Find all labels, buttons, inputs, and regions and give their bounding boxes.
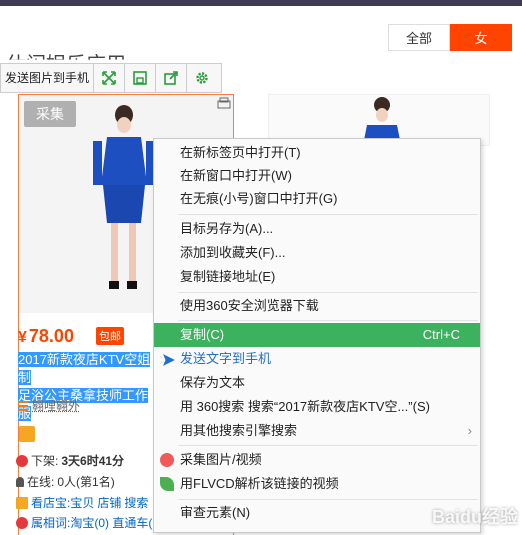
menu-separator — [178, 214, 478, 215]
menu-separator — [178, 445, 478, 446]
shop-name: 翱哩翱外 — [32, 399, 81, 413]
copy-shortcut: Ctrl+C — [422, 327, 460, 342]
menu-add-favorite[interactable]: 添加到收藏夹(F)... — [154, 241, 480, 265]
delist-value: 3天6时41分 — [61, 454, 125, 468]
product-price: ¥78.00 — [18, 326, 74, 347]
delist-time-row: 下架: 3天6时41分 — [16, 452, 124, 469]
menu-open-new-window[interactable]: 在新窗口中打开(W) — [154, 164, 480, 188]
menu-open-new-tab[interactable]: 在新标签页中打开(T) — [154, 141, 480, 165]
image-toolbar: 发送图片到手机 — [0, 63, 222, 93]
leaf-icon — [160, 477, 174, 491]
menu-search-other-engines[interactable]: 用其他搜索引擎搜索 › — [154, 419, 480, 443]
delist-label: 下架: — [31, 454, 59, 468]
gender-filter: 全部 女 — [388, 24, 512, 51]
keyword-text[interactable]: 属相词:淘宝(0) 直通车( — [31, 514, 152, 531]
expand-icon[interactable] — [94, 64, 126, 92]
menu-flvcd-parse[interactable]: 用FLVCD解析该链接的视频 — [154, 472, 480, 496]
collect-icon — [160, 453, 174, 467]
online-label: 在线: — [27, 475, 55, 489]
shop-list-icon — [18, 400, 28, 411]
collect-image-button[interactable]: 采集 — [24, 101, 76, 127]
chevron-right-icon: › — [467, 423, 472, 438]
menu-collect-image-video[interactable]: 采集图片/视频 — [154, 448, 480, 472]
send-phone-icon — [163, 354, 175, 366]
shield-badge-icon[interactable] — [19, 426, 35, 442]
shop-link-2[interactable]: 店铺 — [97, 494, 121, 511]
keyword-icon — [16, 516, 28, 529]
menu-save-target-as[interactable]: 目标另存为(A)... — [154, 217, 480, 241]
store-link[interactable]: 看店宝:宝贝 — [31, 494, 94, 511]
filter-female-button[interactable]: 女 — [450, 24, 512, 51]
currency-symbol: ¥ — [18, 329, 27, 346]
shop-link[interactable]: 翱哩翱外 — [18, 397, 80, 414]
menu-separator — [178, 499, 478, 500]
mail-icon — [16, 496, 28, 509]
send-image-to-phone-button[interactable]: 发送图片到手机 — [1, 64, 95, 92]
browser-top-bar — [0, 0, 522, 6]
menu-separator — [178, 320, 478, 321]
menu-download-360[interactable]: 使用360安全浏览器下载 — [154, 294, 480, 318]
menu-copy[interactable]: 复制(C) Ctrl+C — [154, 323, 480, 347]
print-icon[interactable] — [217, 97, 231, 109]
save-icon[interactable] — [125, 64, 157, 92]
clock-icon — [16, 454, 28, 467]
price-value: 78.00 — [28, 326, 74, 346]
menu-open-incognito[interactable]: 在无痕(小号)窗口中打开(G) — [154, 187, 480, 211]
online-value: 0人(第1名) — [57, 475, 115, 489]
menu-separator — [178, 292, 478, 293]
product-title-line1: 2017新款夜店KTV空姐制 — [18, 352, 151, 385]
settings-icon[interactable] — [187, 64, 217, 92]
free-shipping-badge: 包邮 — [96, 327, 124, 345]
watermark: Baidu经验 — [431, 507, 518, 527]
menu-search-360[interactable]: 用 360搜索 搜索“2017新款夜店KTV空...”(S) — [154, 395, 480, 419]
menu-save-as-text[interactable]: 保存为文本 — [154, 371, 480, 395]
filter-all-button[interactable]: 全部 — [388, 24, 450, 51]
search-link[interactable]: 搜索 — [124, 494, 148, 511]
share-icon[interactable] — [156, 64, 188, 92]
store-links-row: 看店宝:宝贝 店铺 搜索 — [16, 494, 148, 511]
menu-send-text-phone[interactable]: 发送文字到手机 — [154, 347, 480, 371]
online-row: 在线: 0人(第1名) — [16, 473, 115, 490]
person-icon — [16, 476, 24, 487]
menu-copy-link[interactable]: 复制链接地址(E) — [154, 265, 480, 289]
keyword-row: 属相词:淘宝(0) 直通车( — [16, 514, 152, 531]
context-menu: 在新标签页中打开(T) 在新窗口中打开(W) 在无痕(小号)窗口中打开(G) 目… — [153, 138, 481, 533]
